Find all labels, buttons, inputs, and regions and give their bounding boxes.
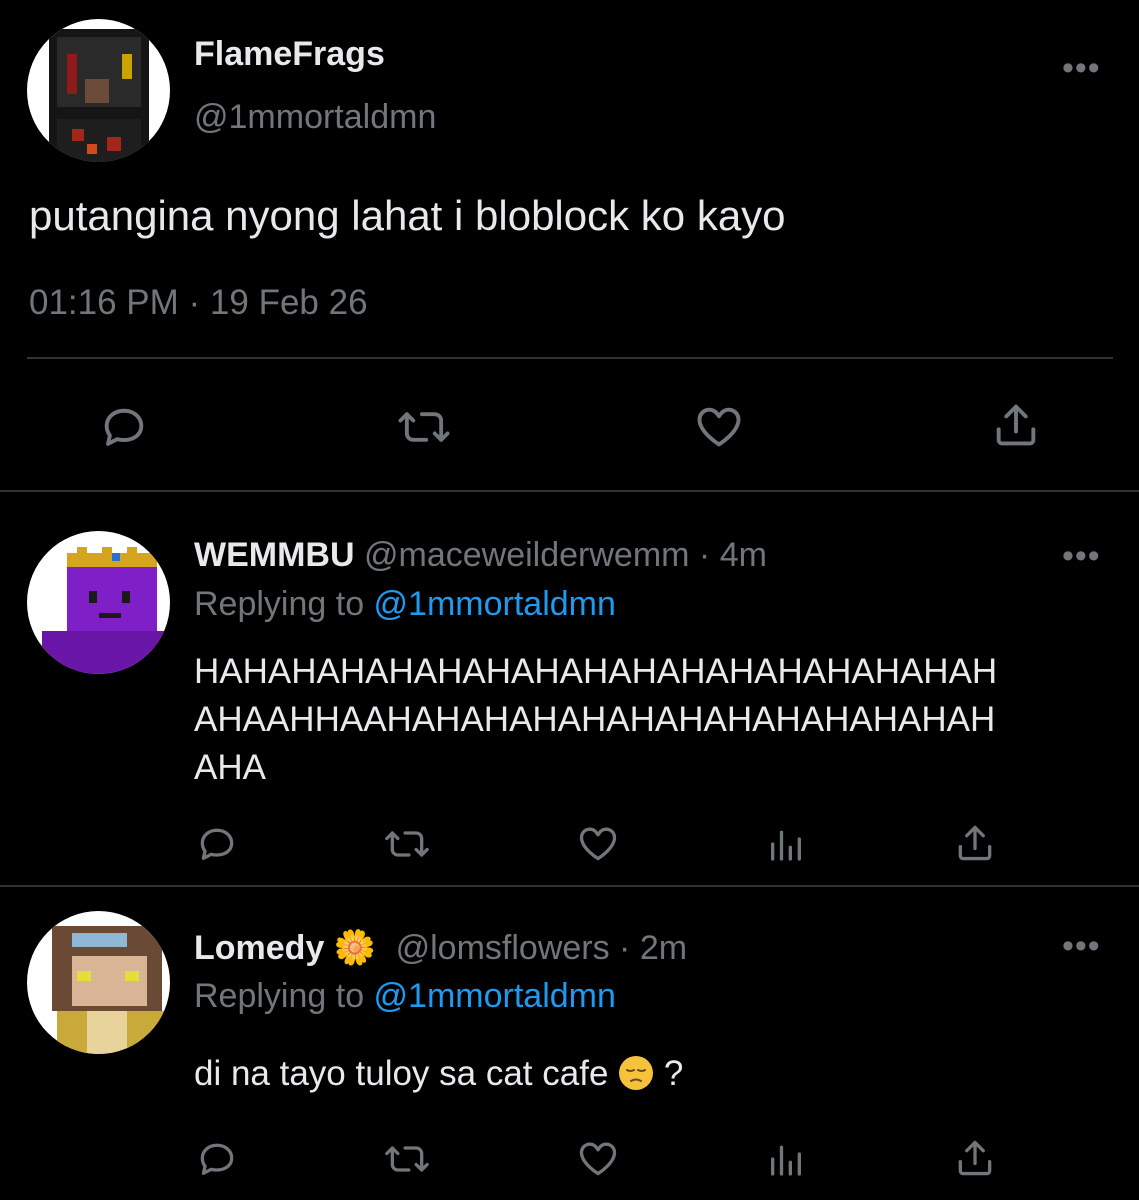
replying-prefix: Replying to [194,977,374,1015]
flower-emoji-icon: 🌼 [333,929,377,967]
reply-text-line: HAHAHAHAHAHAHAHAHAHAHAHAHAHAHAHAH [194,652,998,691]
like-icon[interactable] [692,400,746,452]
replying-prefix: Replying to [194,585,374,623]
reply-time[interactable]: 2m [640,929,687,967]
reply-text-line: AHAAHHAAHAHAHAHAHAHAHAHAHAHAHAHAH [194,700,996,739]
separator: · [609,929,640,967]
avatar-lomedy[interactable] [27,911,170,1054]
share-icon[interactable] [953,1135,997,1181]
reply-header: Lomedy 🌼 @lomsflowers · 2m [194,928,687,968]
divider [0,490,1139,492]
tweet-timestamp[interactable]: 01:16 PM · 19 Feb 26 [29,283,368,323]
retweet-icon[interactable] [394,401,454,453]
like-icon[interactable] [575,821,621,865]
reply-text-after: ? [654,1054,684,1093]
reply-icon[interactable] [195,1137,239,1181]
retweet-icon[interactable] [381,822,433,866]
more-icon[interactable]: ••• [1062,539,1101,573]
mention-link[interactable]: @1mmortaldmn [374,585,616,623]
separator: · [689,536,720,574]
more-icon[interactable]: ••• [1062,51,1101,85]
display-name[interactable]: Lomedy [194,929,324,967]
replying-to: Replying to @1mmortaldmn [194,977,616,1016]
tweet-text: putangina nyong lahat i bloblock ko kayo [29,192,786,239]
like-icon[interactable] [575,1136,621,1180]
analytics-icon[interactable] [766,822,806,866]
share-icon[interactable] [953,820,997,866]
reply-time[interactable]: 4m [720,536,767,574]
avatar-wemmbu[interactable] [27,531,170,674]
reply-text-before: di na tayo tuloy sa cat cafe [194,1054,619,1093]
replying-to: Replying to @1mmortaldmn [194,585,616,624]
handle[interactable]: @lomsflowers [396,929,610,967]
display-name[interactable]: FlameFrags [194,35,385,74]
reply-icon[interactable] [98,401,150,453]
retweet-icon[interactable] [381,1137,433,1181]
analytics-icon[interactable] [766,1137,806,1181]
reply-icon[interactable] [195,822,239,866]
divider [0,885,1139,887]
avatar-wemmbu-image [42,547,170,674]
avatar-flamefrags[interactable] [27,19,170,162]
handle[interactable]: @maceweilderwemm [364,536,689,574]
more-icon[interactable]: ••• [1062,929,1101,963]
handle[interactable]: @1mmortaldmn [194,98,436,137]
avatar-lomedy-image [52,926,167,1054]
divider [27,357,1113,359]
share-icon[interactable] [990,398,1042,452]
reply-text: HAHAHAHAHAHAHAHAHAHAHAHAHAHAHAHAH AHAAHH… [194,648,997,792]
reply-text-line: AHA [194,748,266,787]
display-name[interactable]: WEMMBU [194,536,355,574]
avatar-flamefrags-image [49,29,149,162]
pensive-face-icon [618,1055,654,1100]
mention-link[interactable]: @1mmortaldmn [374,977,616,1015]
reply-text: di na tayo tuloy sa cat cafe ? [194,1054,683,1100]
reply-header: WEMMBU @maceweilderwemm · 4m [194,536,767,575]
